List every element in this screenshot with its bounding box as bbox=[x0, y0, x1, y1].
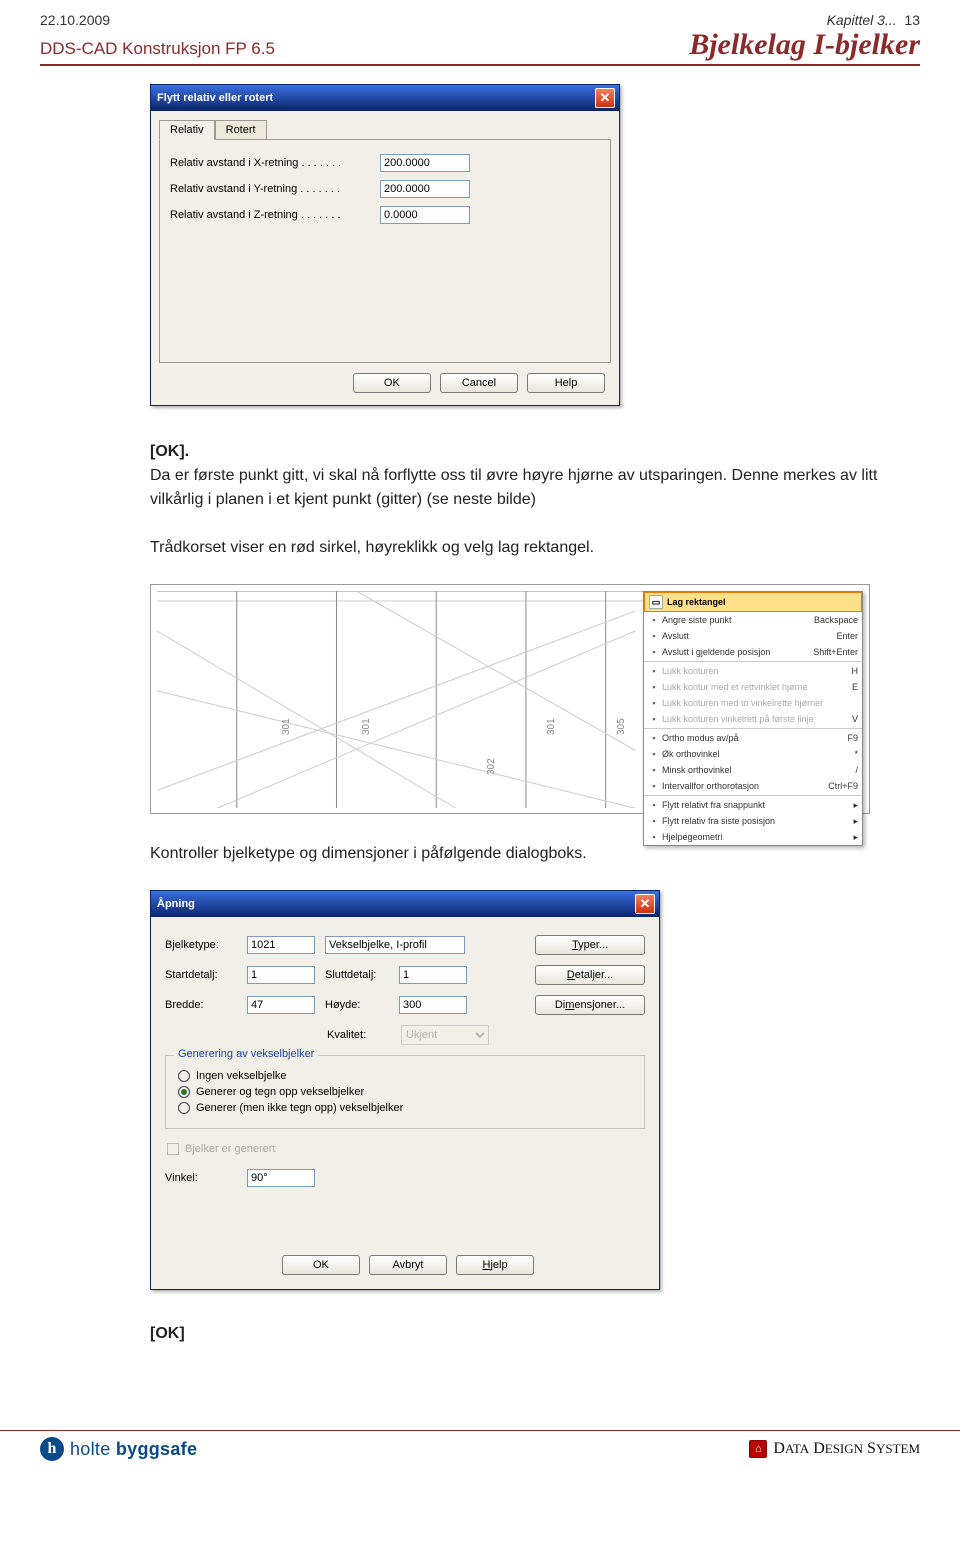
label-y: Relativ avstand i Y-retning . . . . . . … bbox=[170, 183, 380, 195]
context-menu-item: ▪Lukk konturenH bbox=[644, 663, 862, 679]
label-kvalitet: Kvalitet: bbox=[327, 1029, 391, 1041]
beam-label-302: 302 bbox=[486, 758, 497, 775]
menu-item-icon: ▪ bbox=[646, 763, 662, 777]
ok-bracket-2: [OK] bbox=[150, 1325, 185, 1342]
context-menu-item[interactable]: ▪Øk orthovinkel* bbox=[644, 746, 862, 762]
header-product: DDS-CAD Konstruksjon FP 6.5 bbox=[40, 39, 275, 59]
label-sluttdetalj: Sluttdetalj: bbox=[325, 969, 389, 981]
header-chapter: Kapittel 3... bbox=[827, 12, 897, 28]
paragraph-2: Trådkorset viser en rød sirkel, høyrekli… bbox=[150, 536, 880, 560]
dimensjoner-button[interactable]: Dimensjoner... bbox=[535, 995, 645, 1015]
menu-item-icon: ▪ bbox=[646, 680, 662, 694]
ok-bracket-1: [OK]. bbox=[150, 443, 189, 460]
label-bjelketype: Bjelketype: bbox=[165, 939, 237, 951]
titlebar-apning[interactable]: Åpning ✕ bbox=[151, 891, 659, 917]
input-hoyde[interactable] bbox=[399, 996, 467, 1014]
context-menu-item[interactable]: ▪Ortho modus av/påF9 bbox=[644, 730, 862, 746]
input-startdetalj[interactable] bbox=[247, 966, 315, 984]
menu-item-icon: ▪ bbox=[646, 664, 662, 678]
label-startdetalj: Startdetalj: bbox=[165, 969, 237, 981]
beam-label-301a: 301 bbox=[281, 718, 292, 735]
label-hoyde: Høyde: bbox=[325, 999, 389, 1011]
radio-generer-tegn[interactable]: Generer og tegn opp vekselbjelker bbox=[178, 1086, 632, 1098]
context-menu-item[interactable]: ▪Avslutt i gjeldende posisjonShift+Enter bbox=[644, 644, 862, 660]
help-button[interactable]: Help bbox=[527, 373, 605, 393]
ok-button[interactable]: OK bbox=[353, 373, 431, 393]
titlebar-flytt[interactable]: Flytt relativ eller rotert ✕ bbox=[151, 85, 619, 111]
fieldset-legend: Generering av vekselbjelker bbox=[174, 1048, 318, 1060]
typer-button[interactable]: TTyper...yper... bbox=[535, 935, 645, 955]
fieldset-generering: Generering av vekselbjelker Ingen veksel… bbox=[165, 1055, 645, 1129]
label-x: Relativ avstand i X-retning . . . . . . … bbox=[170, 157, 380, 169]
menu-item-icon: ▪ bbox=[646, 798, 662, 812]
context-menu: ▭ Lag rektangel ▪Angre siste punktBacksp… bbox=[643, 591, 863, 846]
context-menu-header[interactable]: ▭ Lag rektangel bbox=[644, 592, 862, 612]
label-z: Relativ avstand i Z-retning . . . . . . … bbox=[170, 209, 380, 221]
holte-icon: h bbox=[40, 1437, 64, 1461]
context-menu-item: ▪Lukk konturen vinkelrett på første linj… bbox=[644, 711, 862, 727]
menu-item-icon: ▪ bbox=[646, 814, 662, 828]
close-icon[interactable]: ✕ bbox=[595, 88, 615, 108]
avbryt-button[interactable]: Avbryt bbox=[369, 1255, 447, 1275]
dds-icon: ⌂ bbox=[749, 1440, 767, 1458]
header-page-number: 13 bbox=[904, 12, 920, 28]
tab-rotert[interactable]: Rotert bbox=[215, 120, 267, 139]
menu-item-icon: ▪ bbox=[646, 830, 662, 844]
input-vinkel[interactable] bbox=[247, 1169, 315, 1187]
header-title: Bjelkelag I-bjelker bbox=[689, 28, 920, 62]
label-vinkel: Vinkel: bbox=[165, 1172, 237, 1184]
context-menu-title: Lag rektangel bbox=[667, 597, 726, 607]
context-menu-item[interactable]: ▪Minsk orthovinkel/ bbox=[644, 762, 862, 778]
input-x[interactable] bbox=[380, 154, 470, 172]
cancel-button[interactable]: Cancel bbox=[440, 373, 518, 393]
logo-holte: h holte byggsafe bbox=[40, 1437, 197, 1461]
context-menu-item[interactable]: ▪Flytt relativt fra snappunkt▸ bbox=[644, 797, 862, 813]
menu-item-icon: ▪ bbox=[646, 629, 662, 643]
cad-screenshot: 301 301 302 301 305 ▭ Lag rektangel ▪Ang… bbox=[150, 584, 870, 814]
input-bredde[interactable] bbox=[247, 996, 315, 1014]
dialog2-title: Åpning bbox=[157, 898, 195, 910]
hjelp-button[interactable]: Hjelp bbox=[456, 1255, 534, 1275]
page-header: 22.10.2009 Kapittel 3... 13 DDS-CAD Kons… bbox=[40, 12, 920, 66]
input-bjelketype-desc[interactable] bbox=[325, 936, 465, 954]
menu-item-icon: ▪ bbox=[646, 613, 662, 627]
logo-dds: ⌂ DATA DESIGN SYSTEM bbox=[749, 1440, 920, 1458]
radio-ingen[interactable]: Ingen vekselbjelke bbox=[178, 1070, 632, 1082]
input-bjelketype[interactable] bbox=[247, 936, 315, 954]
context-menu-item: ▪Lukk kontur med et rettvinklet hjørneE bbox=[644, 679, 862, 695]
detaljer-button[interactable]: Detaljer... bbox=[535, 965, 645, 985]
checkbox-bjelker-generert: Bjelker er generert bbox=[167, 1143, 645, 1155]
menu-item-icon: ▪ bbox=[646, 731, 662, 745]
select-kvalitet: Ukjent bbox=[401, 1025, 489, 1045]
close-icon-2[interactable]: ✕ bbox=[635, 894, 655, 914]
beam-label-301b: 301 bbox=[361, 718, 372, 735]
beam-label-305: 305 bbox=[616, 718, 627, 735]
menu-item-icon: ▪ bbox=[646, 645, 662, 659]
beam-label-301c: 301 bbox=[546, 718, 557, 735]
dialog-apning: Åpning ✕ Bjelketype: TTyper...yper... St… bbox=[150, 890, 660, 1290]
menu-item-icon: ▪ bbox=[646, 712, 662, 726]
rectangle-icon: ▭ bbox=[649, 595, 663, 609]
radio-generer-ikke-tegn[interactable]: Generer (men ikke tegn opp) vekselbjelke… bbox=[178, 1102, 632, 1114]
context-menu-item[interactable]: ▪AvsluttEnter bbox=[644, 628, 862, 644]
ok-button-2[interactable]: OK bbox=[282, 1255, 360, 1275]
context-menu-item[interactable]: ▪Intervallfor orthorotasjonCtrl+F9 bbox=[644, 778, 862, 794]
tab-relativ[interactable]: Relativ bbox=[159, 120, 215, 140]
context-menu-item[interactable]: ▪Flytt relativ fra siste posisjon▸ bbox=[644, 813, 862, 829]
menu-item-icon: ▪ bbox=[646, 747, 662, 761]
page-footer: h holte byggsafe ⌂ DATA DESIGN SYSTEM bbox=[0, 1430, 960, 1471]
input-z[interactable] bbox=[380, 206, 470, 224]
label-bredde: Bredde: bbox=[165, 999, 237, 1011]
context-menu-item[interactable]: ▪Angre siste punktBackspace bbox=[644, 612, 862, 628]
input-y[interactable] bbox=[380, 180, 470, 198]
dialog-flytt-relativ: Flytt relativ eller rotert ✕ RelativRote… bbox=[150, 84, 620, 406]
context-menu-item: ▪Lukk konturen med to vinkelrette hjørne… bbox=[644, 695, 862, 711]
menu-item-icon: ▪ bbox=[646, 779, 662, 793]
paragraph-1: Da er første punkt gitt, vi skal nå forf… bbox=[150, 467, 877, 508]
context-menu-item[interactable]: ▪Hjelpegeometri▸ bbox=[644, 829, 862, 845]
menu-item-icon: ▪ bbox=[646, 696, 662, 710]
dialog1-title: Flytt relativ eller rotert bbox=[157, 92, 273, 104]
header-date: 22.10.2009 bbox=[40, 12, 110, 28]
input-sluttdetalj[interactable] bbox=[399, 966, 467, 984]
